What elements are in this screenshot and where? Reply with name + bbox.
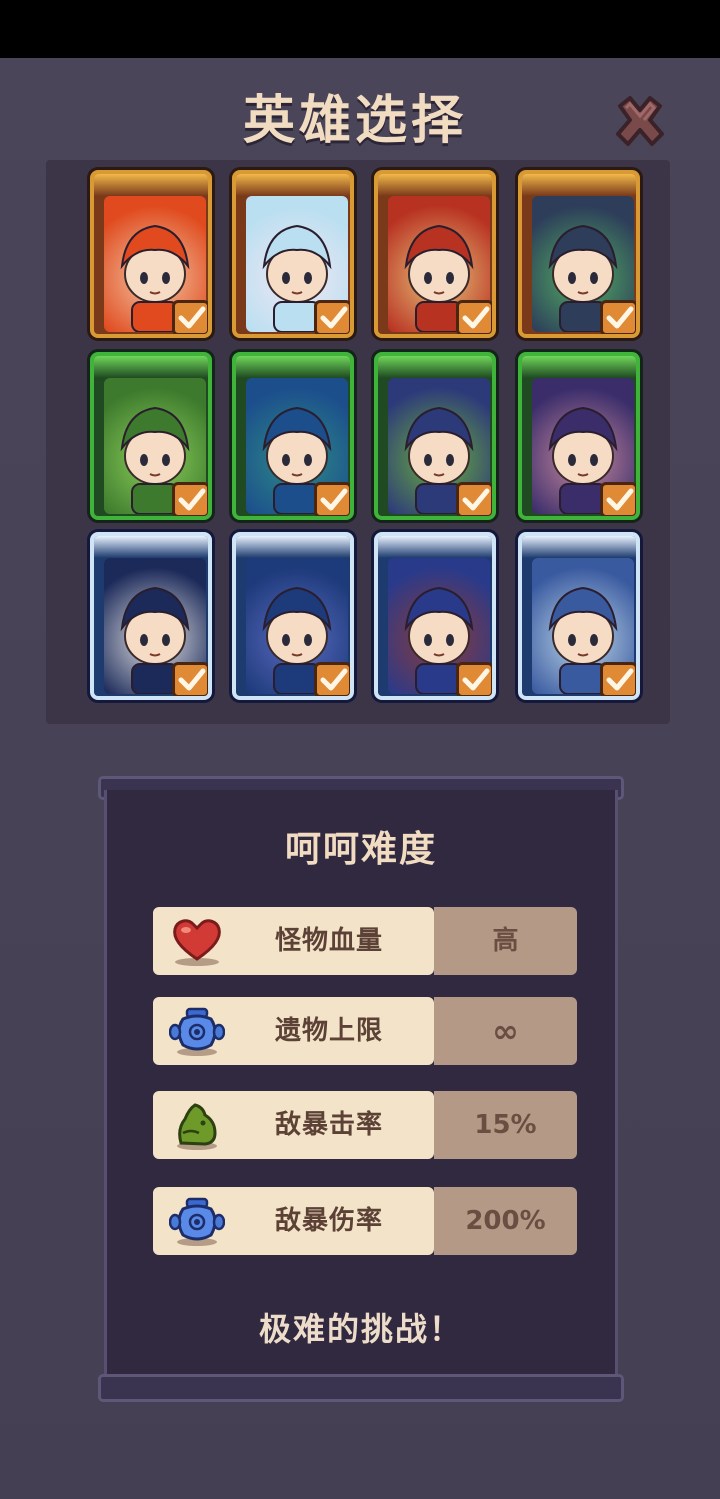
stat-label: 敌暴击率 bbox=[274, 1110, 383, 1140]
close-x-icon bbox=[616, 96, 664, 146]
selected-check-icon bbox=[456, 300, 492, 334]
selected-check-icon bbox=[314, 482, 350, 516]
stat-value: 15% bbox=[474, 1110, 537, 1140]
card-frame-ornament bbox=[236, 174, 350, 196]
green-slime-icon bbox=[169, 1099, 225, 1151]
selected-check-icon bbox=[456, 662, 492, 696]
hero-card[interactable] bbox=[90, 170, 212, 338]
selected-check-icon bbox=[172, 482, 208, 516]
selected-check-icon bbox=[600, 662, 636, 696]
card-frame-ornament bbox=[236, 536, 350, 558]
stat-value-box: 15% bbox=[434, 1091, 577, 1159]
hero-card[interactable] bbox=[232, 170, 354, 338]
selected-check-icon bbox=[172, 300, 208, 334]
blue-jar-icon bbox=[168, 1195, 226, 1247]
selected-check-icon bbox=[600, 482, 636, 516]
hero-card[interactable] bbox=[374, 532, 496, 700]
card-frame-ornament bbox=[378, 536, 492, 558]
hero-card[interactable] bbox=[374, 352, 496, 520]
card-frame-ornament bbox=[522, 536, 636, 558]
status-bar bbox=[0, 0, 720, 58]
hero-card[interactable] bbox=[232, 532, 354, 700]
stat-label: 敌暴伤率 bbox=[274, 1206, 383, 1236]
stat-label: 怪物血量 bbox=[274, 926, 383, 956]
heart-icon bbox=[169, 915, 225, 967]
stat-value: 高 bbox=[492, 926, 519, 956]
blue-jar-icon bbox=[168, 1005, 226, 1057]
close-button[interactable] bbox=[612, 94, 668, 150]
stat-value-box: 200% bbox=[434, 1187, 577, 1255]
stat-row-relic-limit: ∞ 遗物上限 bbox=[153, 997, 577, 1065]
stat-value: ∞ bbox=[492, 1012, 519, 1050]
card-frame-ornament bbox=[522, 356, 636, 378]
card-frame-ornament bbox=[94, 536, 208, 558]
card-frame-ornament bbox=[94, 174, 208, 196]
card-frame-ornament bbox=[378, 174, 492, 196]
stat-row-monster-hp: 高 怪物血量 bbox=[153, 907, 577, 975]
hero-card[interactable] bbox=[518, 170, 640, 338]
card-frame-ornament bbox=[94, 356, 208, 378]
hero-card[interactable] bbox=[518, 352, 640, 520]
hero-card[interactable] bbox=[90, 532, 212, 700]
card-frame-ornament bbox=[522, 174, 636, 196]
stat-value: 200% bbox=[465, 1206, 546, 1236]
stat-label: 遗物上限 bbox=[274, 1016, 383, 1046]
hero-card[interactable] bbox=[518, 532, 640, 700]
difficulty-title: 呵呵难度 bbox=[284, 829, 437, 870]
difficulty-description: 极难的挑战！ bbox=[258, 1310, 463, 1348]
selected-check-icon bbox=[600, 300, 636, 334]
stat-row-enemy-crit-rate: 15% 敌暴击率 bbox=[153, 1091, 577, 1159]
stat-value-box: 高 bbox=[434, 907, 577, 975]
hero-grid bbox=[46, 160, 670, 724]
hero-card[interactable] bbox=[374, 170, 496, 338]
hero-card[interactable] bbox=[90, 352, 212, 520]
panel-scroll-bottom bbox=[98, 1374, 624, 1402]
stat-row-enemy-crit-damage: 200% 敌暴伤率 bbox=[153, 1187, 577, 1255]
page-title: 英雄选择 bbox=[242, 91, 467, 151]
stat-value-box: ∞ bbox=[434, 997, 577, 1065]
hero-card[interactable] bbox=[232, 352, 354, 520]
card-frame-ornament bbox=[236, 356, 350, 378]
card-frame-ornament bbox=[378, 356, 492, 378]
selected-check-icon bbox=[456, 482, 492, 516]
selected-check-icon bbox=[172, 662, 208, 696]
selected-check-icon bbox=[314, 662, 350, 696]
difficulty-panel bbox=[104, 790, 618, 1390]
selected-check-icon bbox=[314, 300, 350, 334]
